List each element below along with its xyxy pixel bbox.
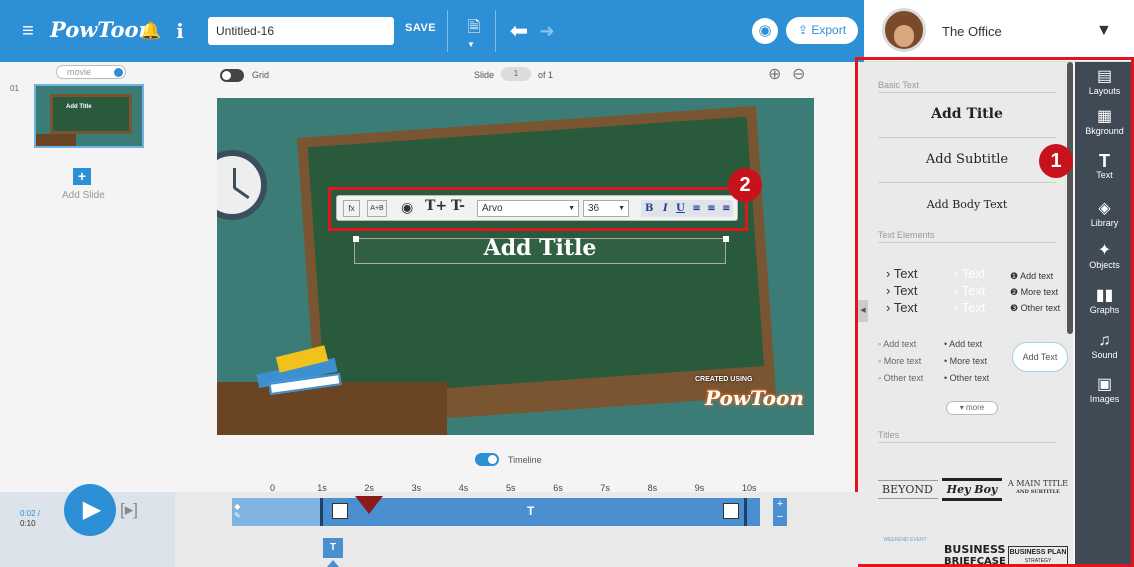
- highlight-box-2: [328, 187, 748, 231]
- add-slide-button[interactable]: +: [73, 168, 91, 185]
- toggle-knob: [114, 68, 123, 77]
- movie-mode-label: movie: [67, 67, 92, 77]
- toolbar-divider: [447, 10, 448, 52]
- profile-dropdown-icon[interactable]: ▼: [1096, 22, 1112, 40]
- track-end-marker[interactable]: [744, 498, 747, 526]
- movie-mode-toggle[interactable]: movie: [56, 65, 126, 79]
- slide-thumbnail[interactable]: Add Title: [34, 84, 144, 148]
- powtoon-watermark: PowToon: [705, 386, 804, 410]
- export-icon: ⇪: [797, 23, 812, 37]
- zoom-out-icon[interactable]: ⊖: [792, 64, 805, 84]
- top-toolbar: ≡ PowToon 🔔 i SAVE 🗎 ▼ ⬅ ➜ ◉ ⇪ Export: [0, 0, 864, 62]
- timeline-tick-label: 0: [270, 483, 276, 493]
- notification-bell-icon[interactable]: 🔔: [140, 0, 162, 62]
- timeline-tick-label: 8s: [647, 483, 658, 493]
- timeline-tick-label: 10s: [742, 483, 757, 493]
- slide-label: Slide: [474, 70, 495, 80]
- redo-icon[interactable]: ➜: [536, 0, 558, 62]
- text-layer-chip[interactable]: T: [323, 538, 343, 558]
- watermark-caption: CREATED USING: [695, 376, 753, 383]
- timeline-zoom-buttons[interactable]: + −: [773, 498, 787, 526]
- toggle-knob: [488, 455, 497, 464]
- thumb-title: Add Title: [66, 104, 92, 110]
- thumb-chalkboard: [50, 94, 132, 134]
- toggle-knob: [222, 71, 231, 80]
- thumb-desk: [36, 134, 76, 146]
- timeline-tick-label: 6s: [553, 483, 563, 493]
- undo-icon[interactable]: ⬅: [506, 0, 532, 62]
- slides-panel: movie 01 Add Title + Add Slide: [0, 62, 158, 492]
- app-window: ≡ PowToon 🔔 i SAVE 🗎 ▼ ⬅ ➜ ◉ ⇪ Export Th…: [0, 0, 1134, 567]
- timeline-tick-label: 1s: [317, 483, 327, 493]
- time-total: 0:10: [20, 519, 36, 528]
- track-intro: [232, 498, 320, 526]
- time-readout: 0:02 / 0:10: [20, 509, 40, 529]
- timeline-label: Timeline: [508, 455, 542, 465]
- timeline-ruler: 0 1s 2s 3s 4s 5s 6s 7s 8s 9s 10s: [232, 483, 760, 497]
- slide-of-label: of 1: [538, 70, 554, 80]
- slide-number-input[interactable]: 1: [501, 67, 531, 81]
- track-text-label: T: [527, 504, 535, 518]
- chevron-down-icon[interactable]: ▼: [467, 40, 475, 49]
- clock-image: [217, 150, 267, 220]
- layer-pointer-icon: [327, 560, 339, 567]
- timeline-toggle[interactable]: [475, 453, 499, 466]
- clock-hand: [233, 168, 236, 188]
- badge-2: 2: [728, 168, 762, 202]
- slide-canvas[interactable]: Add Title CREATED USING PowToon: [217, 98, 814, 435]
- play-scene-icon[interactable]: [▸]: [120, 500, 138, 520]
- timeline-tick-label: 9s: [694, 483, 705, 493]
- clock-hand: [233, 186, 250, 200]
- time-current: 0:02 /: [20, 509, 41, 518]
- track-in-handle[interactable]: [332, 503, 348, 519]
- save-button[interactable]: SAVE: [405, 22, 436, 34]
- preview-eye-icon[interactable]: ◉: [752, 18, 778, 44]
- project-title-input[interactable]: [208, 17, 394, 45]
- track-start-marker[interactable]: [320, 498, 323, 526]
- slide-number: 01: [10, 84, 19, 93]
- profile-name[interactable]: The Office: [942, 24, 1002, 39]
- hamburger-menu-icon[interactable]: ≡: [16, 0, 40, 62]
- timeline-tick-label: 5s: [506, 483, 516, 493]
- avatar[interactable]: [882, 8, 926, 52]
- slide-title-text[interactable]: Add Title: [354, 235, 726, 261]
- highlight-box-1: [855, 57, 1134, 567]
- powtoon-logo[interactable]: PowToon: [50, 14, 154, 46]
- zoom-timeline-icon[interactable]: ◆ ✎: [234, 502, 241, 520]
- toolbar-divider: [495, 10, 496, 52]
- playhead-marker[interactable]: [355, 496, 383, 514]
- export-label: Export: [811, 23, 847, 37]
- timeline-tick-label: 4s: [458, 483, 469, 493]
- timeline-tick-label: 3s: [411, 483, 422, 493]
- timeline-tick-label: 7s: [600, 483, 610, 493]
- play-button[interactable]: ▶: [64, 484, 116, 536]
- timeline-tick-label: 2s: [364, 483, 374, 493]
- timeline-track[interactable]: T: [232, 498, 760, 526]
- grid-label: Grid: [252, 70, 270, 80]
- zoom-in-icon[interactable]: ⊕: [768, 64, 781, 84]
- info-icon[interactable]: i: [170, 0, 190, 62]
- track-out-handle[interactable]: [723, 503, 739, 519]
- profile-bar: The Office ▼: [864, 0, 1134, 62]
- timeline-area: 0:02 / 0:10 ▶ [▸] Timeline 0 1s 2s 3s 4s 5s 6s…: [0, 453, 858, 567]
- add-slide-label[interactable]: Add Slide: [62, 190, 105, 201]
- badge-1: 1: [1039, 144, 1073, 178]
- desk: [217, 382, 447, 435]
- grid-toggle[interactable]: [220, 69, 244, 82]
- export-button[interactable]: ⇪ Export: [786, 17, 858, 44]
